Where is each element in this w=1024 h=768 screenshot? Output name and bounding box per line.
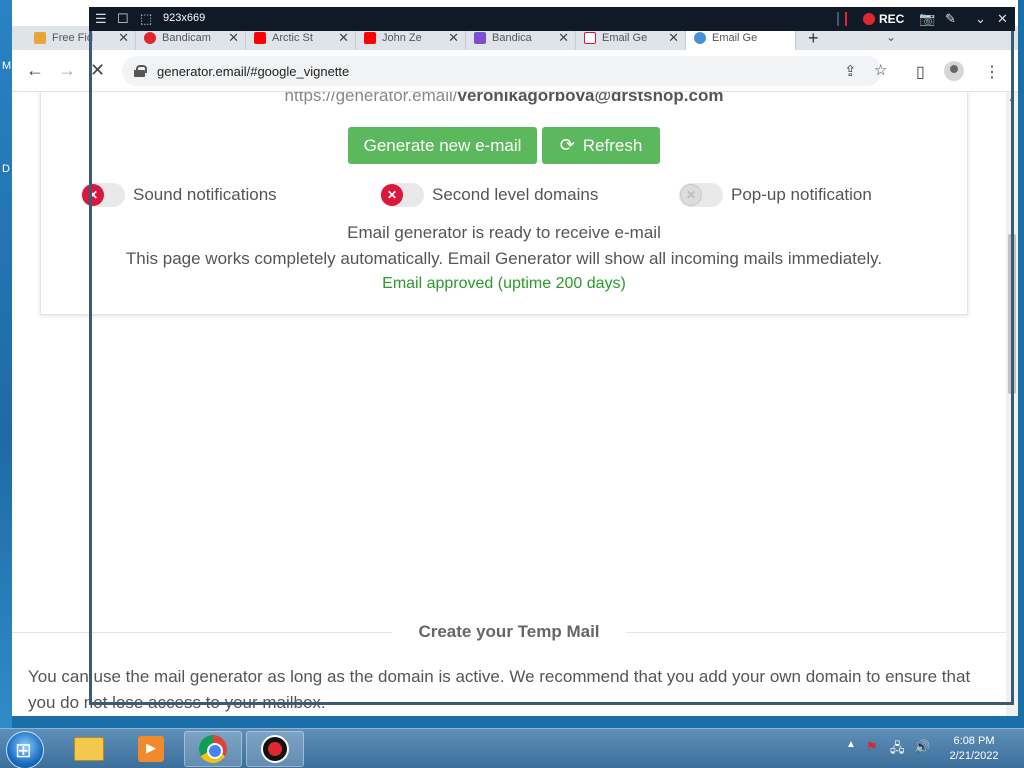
camera-icon[interactable]: 📷 xyxy=(919,11,935,27)
media-player-button[interactable] xyxy=(122,731,180,767)
chevron-down-icon[interactable]: ⌄ xyxy=(975,11,986,27)
system-clock[interactable]: 6:08 PM 2/21/2022 xyxy=(936,734,1012,764)
recorder-toolbar: ☰ ☐ ⬚ 923x669 REC 📷 ✎ ⌄ ✕ xyxy=(89,7,1015,31)
rec-label[interactable]: REC xyxy=(879,12,904,26)
desktop-icon-label: D xyxy=(2,163,10,175)
chrome-icon xyxy=(199,735,227,763)
divider xyxy=(845,12,847,26)
tab-label: Free Fid xyxy=(52,32,93,44)
close-icon[interactable]: ✕ xyxy=(997,11,1008,27)
select-area-icon[interactable]: ⬚ xyxy=(140,11,152,27)
show-hidden-icons-icon[interactable]: ▲ xyxy=(846,739,856,750)
file-explorer-button[interactable] xyxy=(60,731,118,767)
back-icon[interactable]: ← xyxy=(26,60,44,81)
volume-icon[interactable]: 🔊 xyxy=(914,739,930,755)
folder-icon xyxy=(74,737,104,761)
media-player-icon xyxy=(138,736,164,762)
bandicam-icon xyxy=(261,735,289,763)
recording-area-frame xyxy=(89,9,1014,705)
action-center-icon[interactable]: ⚑ xyxy=(866,739,878,755)
chrome-button[interactable] xyxy=(184,731,242,767)
taskbar: ▲ ⚑ 🖧 🔊 6:08 PM 2/21/2022 xyxy=(0,728,1024,768)
menu-icon[interactable]: ☰ xyxy=(95,11,107,27)
fullscreen-icon[interactable]: ☐ xyxy=(117,11,129,27)
bandicam-button[interactable] xyxy=(246,731,304,767)
desktop-background: M D xyxy=(0,0,12,728)
pencil-icon[interactable]: ✎ xyxy=(945,11,956,27)
record-icon[interactable] xyxy=(863,13,875,25)
divider xyxy=(837,12,839,26)
recording-dimensions: 923x669 xyxy=(163,12,206,24)
forward-icon[interactable]: → xyxy=(58,60,76,81)
clock-date: 2/21/2022 xyxy=(949,750,999,762)
start-button[interactable] xyxy=(6,731,44,768)
desktop-icon-label: M xyxy=(2,60,12,72)
clock-time: 6:08 PM xyxy=(953,735,995,747)
tab-favicon-icon xyxy=(34,32,46,44)
network-icon[interactable]: 🖧 xyxy=(890,739,905,761)
